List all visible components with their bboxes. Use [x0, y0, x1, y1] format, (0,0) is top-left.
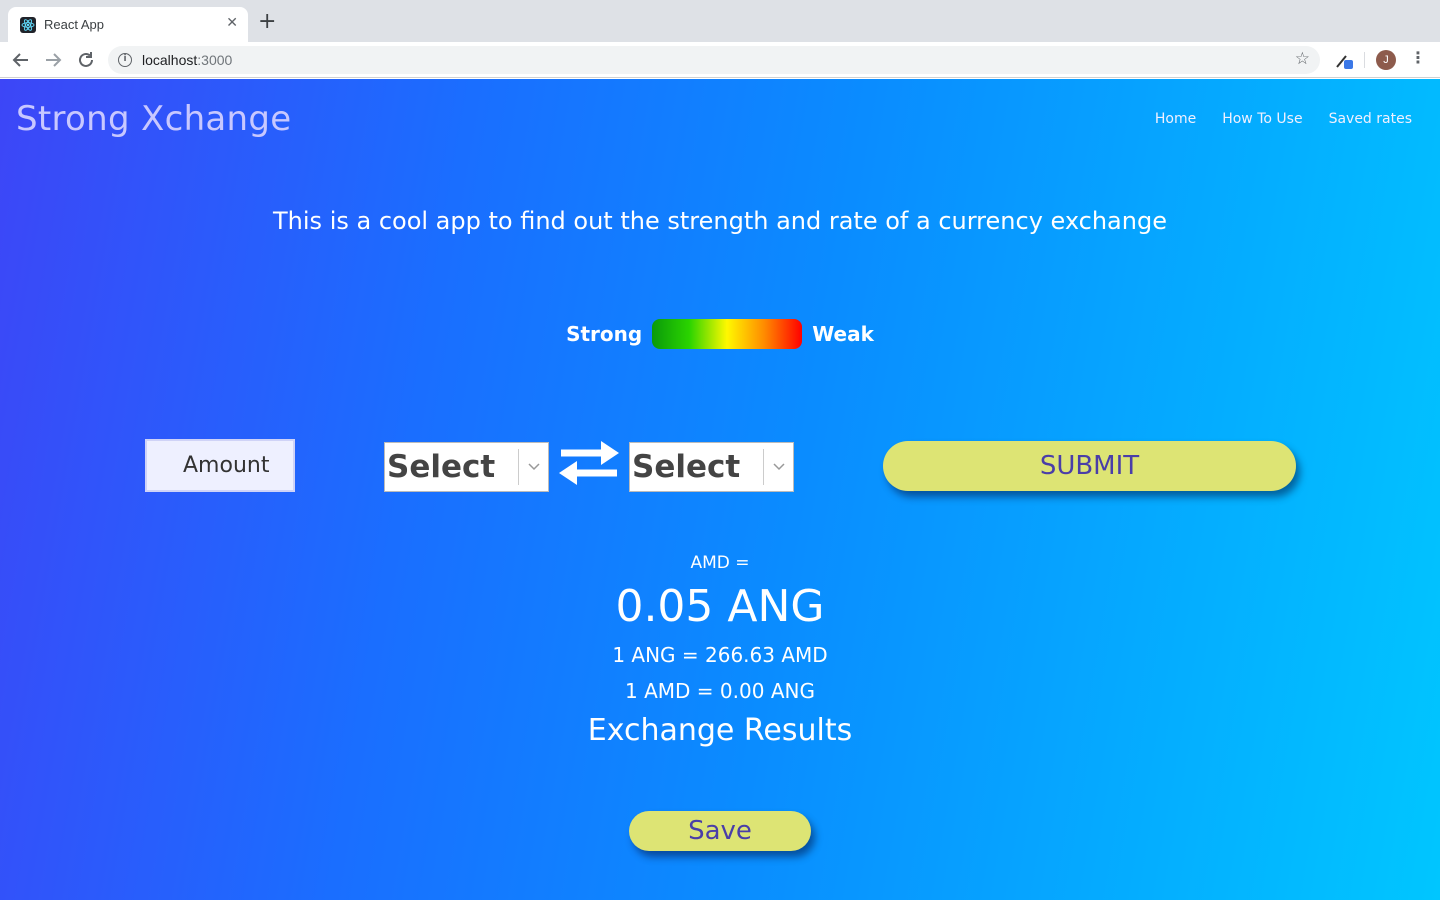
amount-input[interactable]: [145, 439, 295, 492]
result-rate-1: 1 ANG = 266.63 AMD: [612, 643, 828, 667]
app-page: Strong Xchange Home How To Use Saved rat…: [0, 79, 1440, 900]
forward-arrow-icon[interactable]: [42, 49, 64, 71]
exchange-results: AMD = 0.05 ANG 1 ANG = 266.63 AMD 1 AMD …: [0, 549, 1440, 753]
new-tab-button[interactable]: +: [258, 11, 276, 33]
nav-saved-rates[interactable]: Saved rates: [1329, 111, 1412, 127]
submit-button[interactable]: SUBMIT: [883, 441, 1296, 491]
url-host: localhost: [142, 52, 198, 68]
address-bar[interactable]: i localhost:3000 ☆: [108, 46, 1320, 74]
reload-icon[interactable]: [75, 49, 97, 71]
top-nav: Home How To Use Saved rates: [1155, 111, 1412, 127]
from-currency-select[interactable]: Select: [384, 442, 549, 492]
save-button[interactable]: Save: [629, 811, 811, 851]
nav-how-to-use[interactable]: How To Use: [1222, 111, 1302, 127]
tab-title: React App: [44, 17, 104, 32]
avatar[interactable]: J: [1376, 50, 1396, 70]
url-port: :3000: [197, 52, 233, 68]
chevron-down-icon: [763, 449, 793, 485]
from-currency-value: Select: [387, 449, 496, 485]
result-from-line: AMD =: [690, 553, 750, 573]
extension-icon[interactable]: [1334, 50, 1354, 70]
strength-gradient-bar: [652, 319, 803, 349]
browser-tab[interactable]: React App ✕: [8, 7, 248, 42]
swap-arrows-icon[interactable]: [557, 439, 621, 487]
toolbar-separator: [1364, 52, 1365, 68]
back-arrow-icon[interactable]: [10, 49, 32, 71]
browser-tab-strip: React App ✕ +: [0, 0, 1440, 42]
result-main-value: 0.05 ANG: [615, 581, 825, 632]
browser-toolbar: i localhost:3000 ☆ J ⋮: [0, 42, 1440, 78]
star-icon[interactable]: ☆: [1295, 49, 1310, 69]
menu-icon[interactable]: ⋮: [1410, 48, 1426, 67]
result-rate-2: 1 AMD = 0.00 ANG: [625, 679, 815, 703]
info-icon[interactable]: i: [118, 53, 132, 67]
tagline: This is a cool app to find out the stren…: [273, 207, 1167, 235]
brand-title[interactable]: Strong Xchange: [16, 99, 292, 139]
url-text: localhost:3000: [142, 52, 232, 68]
tab-close-icon[interactable]: ✕: [226, 15, 238, 31]
to-currency-select[interactable]: Select: [629, 442, 794, 492]
legend-weak-label: Weak: [812, 322, 874, 346]
chevron-down-icon: [518, 449, 548, 485]
legend-strong-label: Strong: [566, 322, 643, 346]
to-currency-value: Select: [632, 449, 741, 485]
nav-home[interactable]: Home: [1155, 111, 1196, 127]
strength-legend: Strong Weak: [0, 319, 1440, 349]
react-favicon-icon: [20, 17, 36, 33]
results-title: Exchange Results: [587, 713, 853, 748]
